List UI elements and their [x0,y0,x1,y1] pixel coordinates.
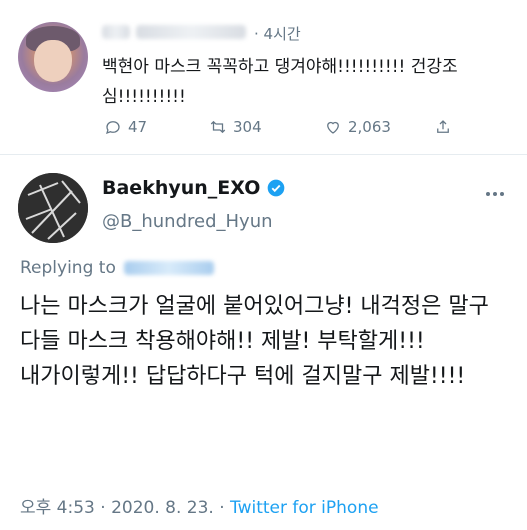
like-icon [327,121,339,134]
main-tweet[interactable]: Baekhyun_EXO @B_hundred_Hyun Replying to… [0,155,527,530]
blur-segment [136,25,246,39]
share-icon [437,120,449,133]
like-count: 2,063 [348,118,391,136]
verified-badge-icon [266,178,286,198]
more-icon[interactable] [485,185,505,201]
handle[interactable]: @B_hundred_Hyun [102,211,273,232]
tweet-meta: 오후 4:53 · 2020. 8. 23. · Twitter for iPh… [20,493,379,518]
blurred-mention[interactable] [123,261,214,275]
display-name[interactable]: Baekhyun_EXO [102,177,260,199]
reply-tweet[interactable]: · 4시간 백현아 마스크 꼭꼭하고 댕겨야해!!!!!!!!!! 건강조심!!… [0,0,527,155]
reply-text: 백현아 마스크 꼭꼭하고 댕겨야해!!!!!!!!!! 건강조심!!!!!!!!… [102,57,458,107]
retweet-button[interactable]: 304 [209,118,262,136]
reply-time[interactable]: · 4시간 [254,23,301,44]
retweet-count: 304 [233,118,262,136]
exo-logo-icon [18,173,88,243]
tweet-body: 나는 마스크가 얼굴에 붙어있어그냥! 내걱정은 말구 다들 마스크 착용해야해… [20,294,489,389]
blurred-username [102,24,252,40]
share-button[interactable] [434,118,452,136]
reply-count: 47 [128,118,148,136]
retweet-icon [210,120,226,134]
like-button[interactable]: 2,063 [324,118,391,136]
reply-icon [106,121,120,135]
profile-avatar[interactable] [18,173,88,243]
tweet-source[interactable]: Twitter for iPhone [230,498,379,518]
replying-to-label: Replying to [20,258,116,278]
tweet-actions: 47 304 2,063 [104,118,504,138]
blur-segment [102,25,130,39]
tweet-timestamp[interactable]: 오후 4:53 · 2020. 8. 23. · [20,498,225,518]
reply-button[interactable]: 47 [104,118,147,136]
display-name-row[interactable]: Baekhyun_EXO [102,177,286,199]
replying-to: Replying to [20,258,214,278]
avatar[interactable] [18,22,88,92]
avatar-face [34,40,72,82]
